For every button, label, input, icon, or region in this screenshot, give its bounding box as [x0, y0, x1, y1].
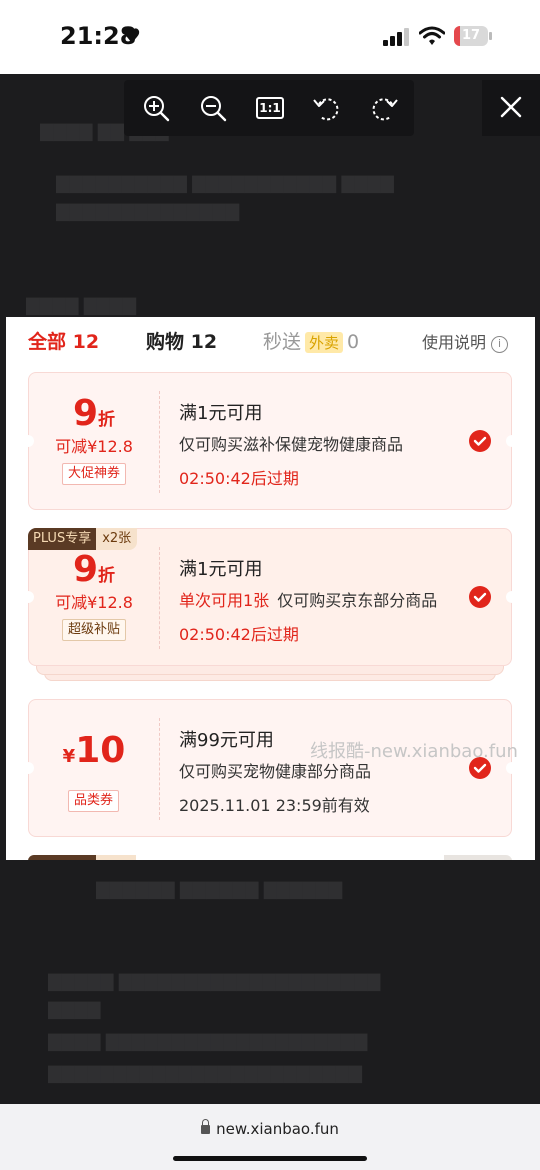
tab-fast-count: 0	[347, 331, 360, 353]
currency-symbol: ¥	[62, 746, 76, 767]
discount-value: 9	[72, 393, 99, 434]
coupon-value: ¥10 品类券	[29, 700, 159, 838]
info-icon: i	[491, 336, 509, 353]
lock-icon	[201, 1119, 211, 1134]
wifi-icon	[419, 26, 445, 45]
coupon-card[interactable]: 9折 可减¥12.8 大促神券 满1元可用 仅可购买滋补保健宠物健康商品 02:…	[22, 372, 518, 511]
actual-size-label: 1:1	[259, 101, 281, 115]
waimai-tag: 外卖	[305, 332, 344, 353]
discount-value: 9	[72, 549, 99, 590]
coupon-title: 满99元可用	[179, 730, 274, 751]
battery-icon: 17	[454, 26, 492, 46]
browser-url-bar[interactable]: new.xianbao.fun	[0, 1104, 540, 1170]
discount-unit: 折	[98, 566, 116, 586]
discount-unit: 折	[98, 410, 116, 430]
check-icon[interactable]	[469, 586, 491, 608]
coupon-type-tag: 品类券	[68, 790, 120, 812]
tab-fast-label: 秒送	[263, 331, 302, 353]
coupon-desc: 单次可用1张 仅可购买京东部分商品	[179, 587, 437, 611]
coupon-type-tag: 大促神券	[62, 463, 127, 485]
coupon-type-tag: 超级补贴	[62, 619, 127, 641]
check-icon[interactable]	[469, 430, 491, 452]
coupon-scope: 仅可购买京东部分商品	[277, 591, 438, 610]
coupon-value: 9折 可减¥12.8 超级补贴	[29, 529, 159, 667]
status-bar: 21:28 ♥ 17	[0, 0, 540, 74]
heart-icon: ♥	[123, 24, 141, 48]
zoom-in-icon[interactable]	[140, 92, 172, 124]
viewer-toolbar: 1:1	[124, 80, 414, 136]
watermark: 线报酷-new.xianbao.fun	[310, 741, 518, 762]
max-reduction: 可减¥12.8	[55, 593, 133, 612]
close-button[interactable]	[482, 80, 540, 136]
battery-level: 17	[461, 28, 481, 43]
rotate-left-icon[interactable]	[311, 92, 343, 124]
coupon-screenshot: 全部 12 购物 12 秒送 外卖 0 使用说明 i 9折 可减¥12.8 大促神券 …	[6, 317, 535, 860]
coupon-card[interactable]: ¥10 品类券 满99元可用 仅可购买宠物健康部分商品 2025.11.01 2…	[22, 699, 518, 838]
coupon-desc: 仅可购买滋补保健宠物健康商品	[179, 435, 404, 454]
image-viewer: ▇▇▇▇ ▇▇ ▇▇▇ ▇▇▇▇▇▇▇▇▇▇ ▇▇▇▇▇▇▇▇▇▇▇ ▇▇▇▇ …	[0, 74, 540, 1104]
url-text: new.xianbao.fun	[216, 1120, 339, 1138]
rotate-right-icon[interactable]	[368, 92, 400, 124]
zoom-out-icon[interactable]	[197, 92, 229, 124]
max-reduction: 可减¥12.8	[55, 437, 133, 456]
coupon-tabs: 全部 12 购物 12 秒送 外卖 0 使用说明 i	[6, 317, 535, 361]
coupon-value: 9折 可减¥12.8 大促神券	[29, 373, 159, 511]
tab-fast-delivery[interactable]: 秒送 外卖 0	[263, 327, 359, 354]
usage-help-link[interactable]: 使用说明 i	[422, 329, 509, 353]
tab-all[interactable]: 全部 12	[28, 327, 99, 354]
close-icon	[500, 96, 522, 118]
coupon-amount: 10	[75, 730, 126, 771]
coupon-expiry: 02:50:42后过期	[179, 469, 299, 488]
actual-size-icon[interactable]: 1:1	[254, 92, 286, 124]
signal-icon	[383, 28, 409, 46]
coupon-title: 满1元可用	[179, 403, 263, 424]
coupon-card[interactable]: PLUS专享 x2张 9折 可减¥12.8 超级补贴 满1元可用 单次可用1张 仅可…	[22, 528, 518, 667]
coupon-title: 满1元可用	[179, 559, 263, 580]
tab-shopping[interactable]: 购物 12	[146, 327, 217, 354]
coupon-expiry: 02:50:42后过期	[179, 625, 299, 644]
coupon-expiry: 2025.11.01 23:59前有效	[179, 796, 370, 815]
usage-help-label: 使用说明	[422, 333, 487, 352]
single-use-note: 单次可用1张	[179, 591, 270, 610]
home-indicator[interactable]	[173, 1156, 367, 1161]
